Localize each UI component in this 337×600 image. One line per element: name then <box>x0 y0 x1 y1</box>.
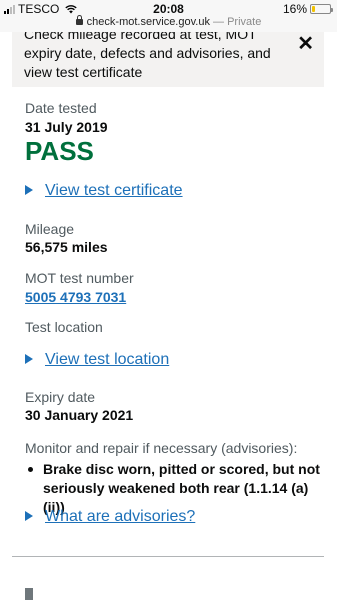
mileage-value: 56,575 miles <box>25 239 108 255</box>
battery-icon <box>310 4 333 14</box>
address-bar[interactable]: check-mot.service.gov.uk — Private <box>0 15 337 28</box>
test-location-label: Test location <box>25 319 103 335</box>
url-text: check-mot.service.gov.uk <box>86 16 210 28</box>
section-divider <box>12 556 324 557</box>
triangle-right-icon <box>25 185 33 195</box>
battery-percent: 16% <box>282 2 307 16</box>
info-panel: Check mileage recorded at test, MOT expi… <box>12 32 324 87</box>
mot-test-number-label: MOT test number <box>25 270 134 286</box>
triangle-right-icon <box>25 354 33 364</box>
view-certificate-link[interactable]: View test certificate <box>25 182 183 200</box>
mot-test-number-link[interactable]: 5005 4793 7031 <box>25 289 126 305</box>
test-result: PASS <box>25 136 94 166</box>
view-location-text[interactable]: View test location <box>45 351 169 368</box>
mileage-label: Mileage <box>25 221 75 237</box>
status-bar: TESCO 20:08 16% check-mot.service.gov.uk… <box>0 0 337 32</box>
view-location-link[interactable]: View test location <box>25 351 169 369</box>
expiry-date-value: 30 January 2021 <box>25 407 134 423</box>
triangle-right-icon <box>25 511 33 521</box>
close-icon[interactable]: ✕ <box>297 32 314 56</box>
date-tested-value: 31 July 2019 <box>25 119 108 135</box>
status-right: 16% <box>282 2 333 16</box>
date-tested-label: Date tested <box>25 100 97 116</box>
view-certificate-text[interactable]: View test certificate <box>45 182 183 199</box>
what-are-advisories-link[interactable]: What are advisories? <box>25 508 195 526</box>
private-label: — Private <box>213 16 262 28</box>
what-are-advisories-text[interactable]: What are advisories? <box>45 508 195 525</box>
info-panel-text: Check mileage recorded at test, MOT expi… <box>24 32 271 80</box>
lock-icon <box>75 15 83 25</box>
next-section-marker <box>25 588 33 600</box>
advisories-label: Monitor and repair if necessary (advisor… <box>25 440 298 456</box>
expiry-date-label: Expiry date <box>25 389 96 405</box>
